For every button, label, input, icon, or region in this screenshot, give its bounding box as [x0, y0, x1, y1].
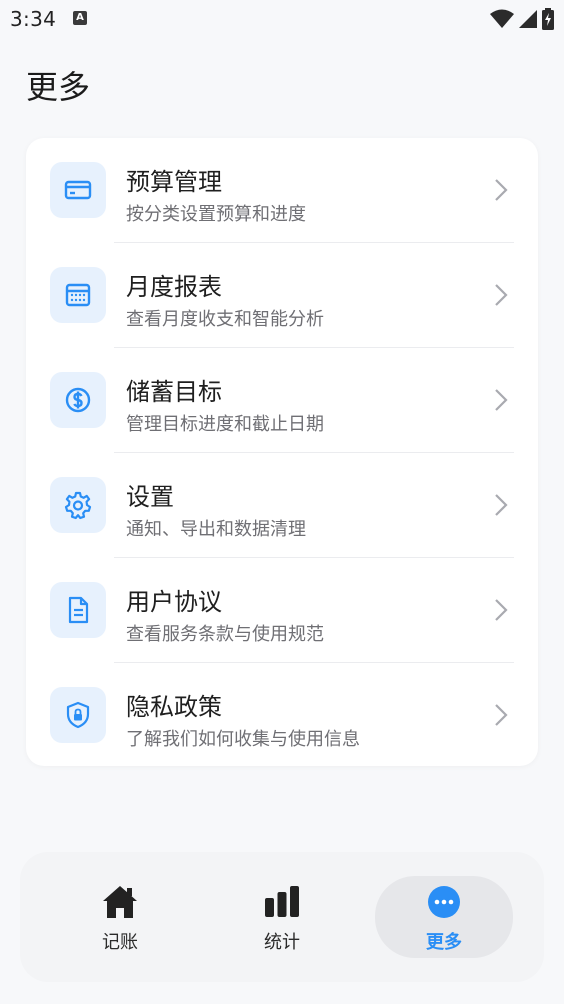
- menu-item-subtitle: 了解我们如何收集与使用信息: [126, 729, 360, 750]
- status-time: 3:34: [10, 7, 57, 31]
- dollar-icon: [50, 372, 106, 428]
- nav-label: 统计: [264, 932, 300, 953]
- calendar-icon: [50, 267, 106, 323]
- battery-icon: [542, 8, 554, 30]
- bottom-nav: 记账 统计 更多: [20, 852, 544, 982]
- document-icon: [50, 582, 106, 638]
- menu-item-subtitle: 按分类设置预算和进度: [126, 204, 306, 225]
- gear-icon: [50, 477, 106, 533]
- chevron-right-icon: [495, 599, 508, 621]
- menu-item-title: 设置: [126, 483, 174, 511]
- menu-card: 预算管理 按分类设置预算和进度 月度报表 查看月度收支和智能分析 储蓄目标 管理…: [26, 138, 538, 766]
- more-icon: [427, 882, 461, 922]
- menu-item-settings[interactable]: 设置 通知、导出和数据清理: [26, 453, 538, 558]
- nav-item-more[interactable]: 更多: [375, 876, 513, 958]
- menu-item-title: 储蓄目标: [126, 378, 222, 406]
- menu-item-user-agreement[interactable]: 用户协议 查看服务条款与使用规范: [26, 558, 538, 663]
- chevron-right-icon: [495, 179, 508, 201]
- chevron-right-icon: [495, 494, 508, 516]
- chevron-right-icon: [495, 704, 508, 726]
- menu-item-monthly-report[interactable]: 月度报表 查看月度收支和智能分析: [26, 243, 538, 348]
- menu-item-privacy-policy[interactable]: 隐私政策 了解我们如何收集与使用信息: [26, 663, 538, 768]
- wifi-icon: [490, 9, 514, 28]
- menu-item-subtitle: 通知、导出和数据清理: [126, 519, 306, 540]
- card-icon: [50, 162, 106, 218]
- menu-item-subtitle: 查看服务条款与使用规范: [126, 624, 324, 645]
- signal-icon: [519, 10, 537, 28]
- nav-item-statistics[interactable]: 统计: [213, 876, 351, 958]
- status-bar: 3:34 A: [0, 0, 564, 40]
- chevron-right-icon: [495, 284, 508, 306]
- menu-item-title: 月度报表: [126, 273, 222, 301]
- menu-item-savings-goal[interactable]: 储蓄目标 管理目标进度和截止日期: [26, 348, 538, 453]
- menu-item-title: 用户协议: [126, 588, 222, 616]
- home-icon: [101, 882, 139, 922]
- screen: 3:34 A 更多 预算管理 按分类设置预算和进度 月度报表 查看月度收支和智能…: [0, 0, 564, 1004]
- chevron-right-icon: [495, 389, 508, 411]
- shield-icon: [50, 687, 106, 743]
- nav-item-bookkeeping[interactable]: 记账: [51, 876, 189, 958]
- nav-label: 更多: [426, 932, 462, 953]
- menu-item-title: 隐私政策: [126, 693, 222, 721]
- nav-label: 记账: [102, 932, 138, 953]
- menu-item-title: 预算管理: [126, 168, 222, 196]
- notification-icon: A: [73, 11, 87, 25]
- status-icons: [490, 8, 554, 30]
- menu-item-subtitle: 管理目标进度和截止日期: [126, 414, 324, 435]
- bar-chart-icon: [263, 882, 301, 922]
- page-title: 更多: [26, 68, 91, 106]
- menu-item-budget[interactable]: 预算管理 按分类设置预算和进度: [26, 138, 538, 243]
- menu-item-subtitle: 查看月度收支和智能分析: [126, 309, 324, 330]
